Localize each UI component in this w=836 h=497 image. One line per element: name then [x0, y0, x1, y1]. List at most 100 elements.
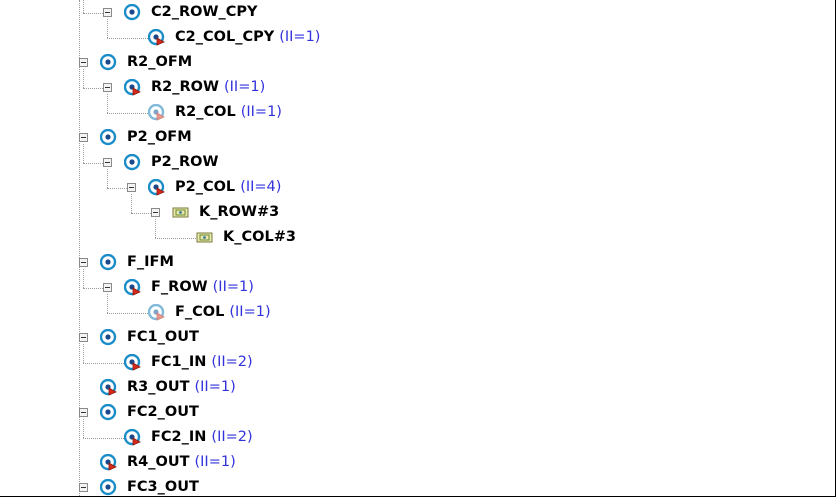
pipelined-loop-icon — [123, 353, 141, 371]
loop-icon — [99, 253, 117, 271]
loop-name: F_ROW — [151, 279, 208, 295]
initiation-interval: (II=1) — [279, 29, 321, 45]
tree-item-label: R2_OFM — [127, 53, 192, 71]
loop-name: F_COL — [175, 304, 225, 320]
loop-name: K_ROW#3 — [199, 204, 280, 220]
tree-item[interactable]: R2_COL (II=1) — [0, 100, 835, 125]
tree-item-label: R3_OUT (II=1) — [127, 378, 236, 396]
tree-item-label: FC2_IN (II=2) — [151, 428, 253, 446]
pipelined-loop-icon — [147, 178, 165, 196]
loop-name: P2_OFM — [127, 129, 192, 145]
unrolled-loop-icon — [196, 229, 213, 246]
flattened-loop-icon — [147, 103, 165, 121]
loop-icon — [99, 478, 117, 496]
tree-item-label: FC1_IN (II=2) — [151, 353, 253, 371]
tree-item-label: R4_OUT (II=1) — [127, 453, 236, 471]
loop-name: FC2_OUT — [127, 404, 199, 420]
tree-item-label: K_COL#3 — [223, 228, 296, 246]
tree-item[interactable]: F_ROW (II=1) — [0, 275, 835, 300]
loop-name: R3_OUT — [127, 379, 190, 395]
unrolled-loop-icon — [172, 204, 189, 221]
tree-item[interactable]: P2_OFM — [0, 125, 835, 150]
pipelined-loop-icon — [123, 78, 141, 96]
pipelined-loop-icon — [99, 453, 117, 471]
tree-item[interactable]: R4_OUT (II=1) — [0, 450, 835, 475]
loop-name: R2_COL — [175, 104, 236, 120]
tree-item-label: C2_ROW_CPY — [151, 3, 257, 21]
tree-item[interactable]: F_IFM — [0, 250, 835, 275]
collapse-toggle[interactable] — [103, 8, 112, 17]
pipelined-loop-icon — [99, 378, 117, 396]
tree-item[interactable]: FC2_IN (II=2) — [0, 425, 835, 450]
tree-item[interactable]: K_ROW#3 — [0, 200, 835, 225]
loop-name: K_COL#3 — [223, 229, 296, 245]
tree-item[interactable]: FC1_IN (II=2) — [0, 350, 835, 375]
flattened-loop-icon — [147, 303, 165, 321]
tree-item-label: FC1_OUT — [127, 328, 199, 346]
collapse-toggle[interactable] — [79, 408, 88, 417]
loop-name: FC1_OUT — [127, 329, 199, 345]
tree-item-label: P2_OFM — [127, 128, 192, 146]
tree-item[interactable]: C2_ROW_CPY — [0, 0, 835, 25]
tree-item-label: F_COL (II=1) — [175, 303, 271, 321]
tree-item[interactable]: R2_OFM — [0, 50, 835, 75]
loop-icon — [99, 53, 117, 71]
initiation-interval: (II=4) — [240, 179, 282, 195]
initiation-interval: (II=1) — [194, 454, 236, 470]
tree-item-label: FC2_OUT — [127, 403, 199, 421]
collapse-toggle[interactable] — [103, 83, 112, 92]
collapse-toggle[interactable] — [103, 158, 112, 167]
collapse-toggle[interactable] — [103, 283, 112, 292]
collapse-toggle[interactable] — [79, 133, 88, 142]
loop-name: FC2_IN — [151, 429, 207, 445]
loop-icon — [123, 3, 141, 21]
collapse-toggle[interactable] — [79, 58, 88, 67]
tree-item-label: K_ROW#3 — [199, 203, 279, 221]
tree-item[interactable]: K_COL#3 — [0, 225, 835, 250]
loop-name: FC1_IN — [151, 354, 207, 370]
loop-name: C2_COL_CPY — [175, 29, 275, 45]
initiation-interval: (II=1) — [240, 104, 282, 120]
initiation-interval: (II=2) — [211, 354, 253, 370]
loop-name: P2_ROW — [151, 154, 219, 170]
initiation-interval: (II=1) — [212, 279, 254, 295]
pipelined-loop-icon — [123, 428, 141, 446]
tree-item-label: FC3_OUT — [127, 478, 199, 496]
initiation-interval: (II=1) — [224, 79, 266, 95]
tree-item-label: P2_ROW — [151, 153, 218, 171]
tree-item[interactable]: FC2_OUT — [0, 400, 835, 425]
tree-item[interactable]: P2_ROW — [0, 150, 835, 175]
tree-item-label: C2_COL_CPY (II=1) — [175, 28, 320, 46]
loop-name: P2_COL — [175, 179, 236, 195]
tree-item-label: P2_COL (II=4) — [175, 178, 281, 196]
tree-item-label: F_ROW (II=1) — [151, 278, 254, 296]
tree-item[interactable]: R2_ROW (II=1) — [0, 75, 835, 100]
collapse-toggle[interactable] — [79, 258, 88, 267]
tree-item[interactable]: FC3_OUT — [0, 475, 835, 496]
loop-name: F_IFM — [127, 254, 174, 270]
loop-hierarchy-panel: C2_ROW_CPY C2_COL_CPY (II=1) R2_OFM R2_ROW (I… — [0, 0, 836, 497]
collapse-toggle[interactable] — [79, 483, 88, 492]
tree-item-label: F_IFM — [127, 253, 174, 271]
loop-icon — [99, 328, 117, 346]
loop-name: FC3_OUT — [127, 479, 199, 495]
collapse-toggle[interactable] — [79, 333, 88, 342]
loop-name: R4_OUT — [127, 454, 190, 470]
tree-item[interactable]: F_COL (II=1) — [0, 300, 835, 325]
tree-item-label: R2_ROW (II=1) — [151, 78, 265, 96]
tree-item[interactable]: P2_COL (II=4) — [0, 175, 835, 200]
loop-name: C2_ROW_CPY — [151, 4, 258, 20]
tree-item[interactable]: R3_OUT (II=1) — [0, 375, 835, 400]
initiation-interval: (II=1) — [229, 304, 271, 320]
collapse-toggle[interactable] — [127, 183, 136, 192]
tree-item[interactable]: C2_COL_CPY (II=1) — [0, 25, 835, 50]
pipelined-loop-icon — [123, 278, 141, 296]
collapse-toggle[interactable] — [151, 208, 160, 217]
tree-item[interactable]: FC1_OUT — [0, 325, 835, 350]
loop-icon — [99, 403, 117, 421]
initiation-interval: (II=2) — [211, 429, 253, 445]
pipelined-loop-icon — [147, 28, 165, 46]
loop-tree: C2_ROW_CPY C2_COL_CPY (II=1) R2_OFM R2_ROW (I… — [0, 0, 835, 496]
loop-icon — [99, 128, 117, 146]
loop-icon — [123, 153, 141, 171]
